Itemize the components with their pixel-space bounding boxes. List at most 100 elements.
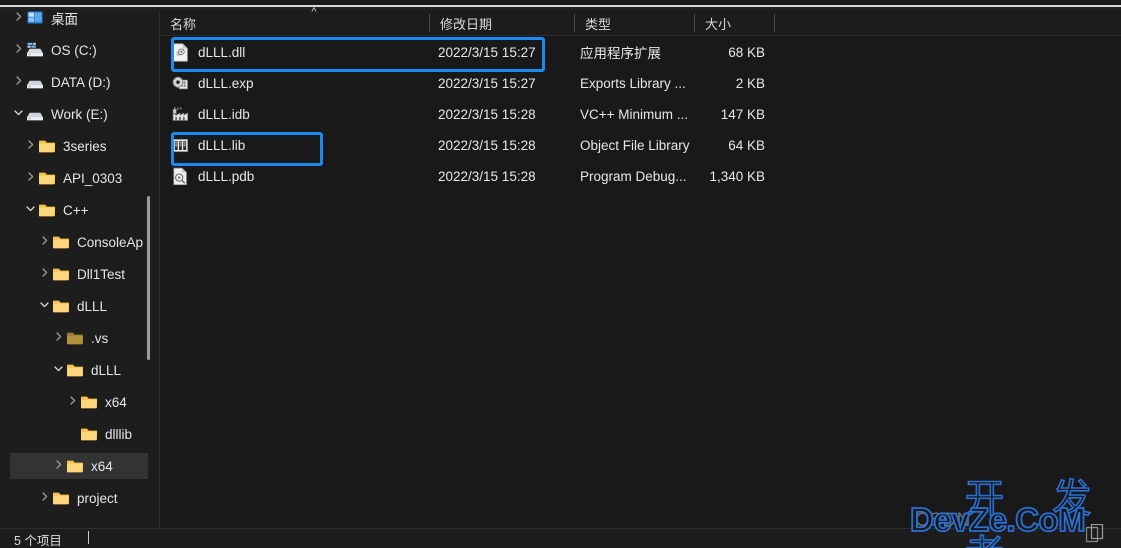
file-name-cell[interactable]: dLLL.dll	[172, 37, 245, 67]
status-bar: 5 个项目	[0, 528, 1121, 548]
sidebar-item-dll1test[interactable]: Dll1Test	[10, 261, 148, 287]
file-type-cell: 应用程序扩展	[580, 46, 661, 61]
file-size-cell: 147 KB	[720, 106, 765, 122]
sidebar-item-[interactable]: 桌面	[10, 5, 148, 31]
status-item-count: 5 个项目	[14, 534, 62, 548]
column-header-size[interactable]: 大小	[695, 10, 775, 36]
chevron-right-icon[interactable]	[10, 43, 26, 57]
file-size-cell: 68 KB	[728, 44, 765, 60]
status-separator	[88, 531, 89, 544]
sidebar-item-label: C++	[63, 202, 89, 218]
chevron-down-icon[interactable]	[50, 363, 66, 377]
sidebar-item-vs[interactable]: .vs	[10, 325, 148, 351]
table-row[interactable]: dLLL.exp 2022/3/15 15:27 Exports Library .…	[160, 68, 1121, 98]
table-row[interactable]: dLLL.dll 2022/3/15 15:27 应用程序扩展 68 KB	[160, 37, 1121, 67]
folder-icon	[80, 393, 100, 411]
sidebar-item-label: dLLL	[77, 298, 108, 314]
file-name-cell[interactable]: dLLL.pdb	[172, 161, 254, 191]
drive-icon	[26, 105, 46, 123]
pdb-file-icon	[172, 167, 194, 186]
sidebar-item-project[interactable]: project	[10, 485, 148, 511]
sidebar-item-os-c[interactable]: OS (C:)	[10, 37, 148, 63]
sidebar[interactable]: 桌面 OS (C:) DATA (D:) Work (E:) 3series API_03…	[0, 10, 160, 528]
sidebar-item-x64[interactable]: x64	[10, 453, 148, 479]
sidebar-item-c[interactable]: C++	[10, 197, 148, 223]
file-name-label: dLLL.exp	[198, 75, 254, 91]
column-header-name-label: 名称	[170, 16, 197, 32]
folder-icon	[80, 425, 100, 443]
chevron-down-icon[interactable]	[10, 107, 26, 121]
folder-icon	[38, 169, 58, 187]
chevron-right-icon[interactable]	[36, 235, 52, 249]
exp-file-icon	[172, 74, 194, 93]
file-name-label: dLLL.dll	[198, 44, 246, 60]
file-name-cell[interactable]: dLLL.lib	[172, 130, 245, 160]
folder-icon	[66, 361, 86, 379]
sidebar-item-dlll[interactable]: dLLL	[10, 293, 148, 319]
status-bar-top-line	[0, 528, 1121, 529]
chevron-right-icon[interactable]	[64, 395, 80, 409]
sidebar-item-label: x64	[91, 458, 113, 474]
table-row[interactable]: dLLL.idb 2022/3/15 15:28 VC++ Minimum ... 1…	[160, 99, 1121, 129]
chevron-right-icon[interactable]	[36, 267, 52, 281]
idb-file-icon	[172, 105, 194, 124]
chevron-right-icon[interactable]	[50, 331, 66, 345]
sidebar-item-label: dLLL	[91, 362, 122, 378]
chevron-right-icon[interactable]	[10, 11, 26, 25]
sidebar-scrollbar-thumb[interactable]	[147, 196, 150, 360]
sidebar-item-label: API_0303	[63, 170, 123, 186]
file-type-cell: Object File Library	[580, 137, 690, 153]
column-header-date[interactable]: 修改日期	[430, 10, 575, 36]
file-date-cell: 2022/3/15 15:28	[438, 106, 536, 122]
sidebar-item-dlllib[interactable]: dlllib	[10, 421, 148, 447]
sidebar-item-api-0303[interactable]: API_0303	[10, 165, 148, 191]
drive-icon	[26, 73, 46, 91]
file-date-cell: 2022/3/15 15:28	[438, 137, 536, 153]
chevron-right-icon[interactable]	[10, 75, 26, 89]
sidebar-item-label: 桌面	[51, 12, 78, 27]
folder-icon	[52, 489, 72, 507]
sidebar-item-consoleap[interactable]: ConsoleAp	[10, 229, 148, 255]
file-type-cell: VC++ Minimum ...	[580, 106, 689, 122]
chevron-right-icon[interactable]	[22, 139, 38, 153]
sidebar-item-3series[interactable]: 3series	[10, 133, 148, 159]
file-list-pane[interactable]: ^ 名称 修改日期 类型 大小 dLLL.dll 2022/3/15 15:27 应…	[160, 7, 1121, 528]
folder-icon	[66, 457, 86, 475]
file-name-cell[interactable]: dLLL.exp	[172, 68, 254, 98]
sidebar-item-x64[interactable]: x64	[10, 389, 148, 415]
table-row[interactable]: dLLL.lib 2022/3/15 15:28 Object File Libra…	[160, 130, 1121, 160]
column-header-underline	[160, 35, 1121, 36]
column-divider-2[interactable]	[574, 14, 575, 32]
sidebar-item-label: project	[77, 490, 118, 506]
file-explorer-window: 桌面 OS (C:) DATA (D:) Work (E:) 3series API_03…	[0, 0, 1121, 548]
folder-icon	[38, 201, 58, 219]
column-divider-1[interactable]	[429, 14, 430, 32]
column-header-name[interactable]: 名称	[160, 10, 430, 36]
column-header-type[interactable]: 类型	[575, 10, 695, 36]
file-size-cell: 64 KB	[728, 137, 765, 153]
sidebar-item-work-e[interactable]: Work (E:)	[10, 101, 148, 127]
column-header-row[interactable]: ^ 名称 修改日期 类型 大小	[160, 7, 1121, 36]
sidebar-item-dlll[interactable]: dLLL	[10, 357, 148, 383]
sidebar-item-label: Work (E:)	[51, 106, 108, 122]
file-type-cell: Exports Library ...	[580, 75, 686, 91]
sidebar-item-label: ConsoleAp	[77, 234, 144, 250]
file-name-label: dLLL.lib	[198, 137, 246, 153]
file-name-label: dLLL.idb	[198, 106, 250, 122]
lib-file-icon	[172, 136, 194, 155]
column-divider-4[interactable]	[774, 14, 775, 32]
sidebar-item-data-d[interactable]: DATA (D:)	[10, 69, 148, 95]
chevron-down-icon[interactable]	[22, 203, 38, 217]
file-date-cell: 2022/3/15 15:27	[438, 75, 536, 91]
chevron-right-icon[interactable]	[22, 171, 38, 185]
sidebar-item-label: dlllib	[105, 426, 133, 442]
chevron-down-icon[interactable]	[36, 299, 52, 313]
column-divider-3[interactable]	[694, 14, 695, 32]
chevron-right-icon[interactable]	[50, 459, 66, 473]
sidebar-item-label: x64	[105, 394, 127, 410]
navigation-tree[interactable]: 桌面 OS (C:) DATA (D:) Work (E:) 3series API_03…	[0, 10, 160, 528]
chevron-right-icon[interactable]	[36, 491, 52, 505]
file-name-cell[interactable]: dLLL.idb	[172, 99, 250, 129]
desktop-icon	[26, 9, 46, 27]
table-row[interactable]: dLLL.pdb 2022/3/15 15:28 Program Debug... 1…	[160, 161, 1121, 191]
